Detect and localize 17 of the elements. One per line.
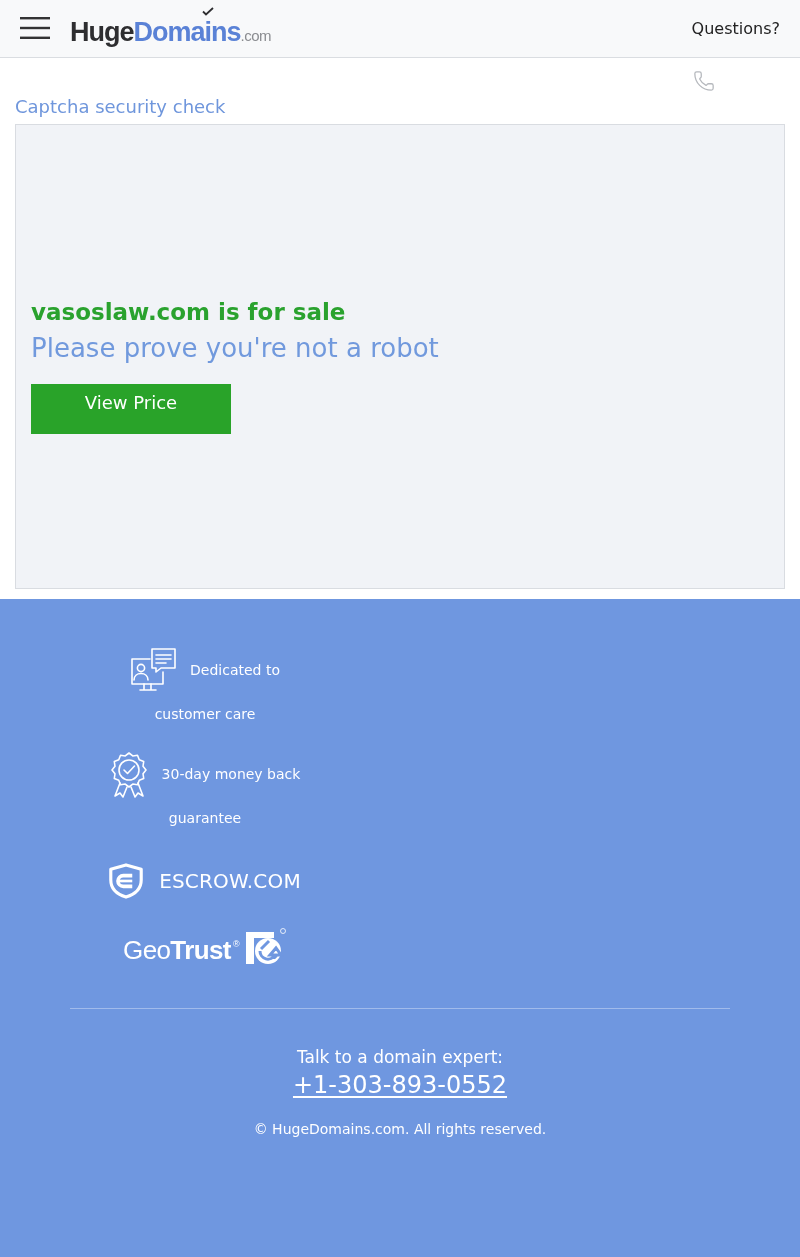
award-ribbon-icon [109, 752, 148, 798]
arrow-square-logo-icon [243, 928, 287, 966]
logo-text: GeoTrust$^{®}$ [123, 934, 239, 965]
copyright-text: © HugeDomains.com. All rights reserved. [253, 1120, 547, 1139]
shield-logo-icon [109, 862, 144, 900]
monitor-chat-icon [130, 648, 176, 694]
questions-link[interactable]: Questions? [691, 19, 780, 38]
feature-text: 30-day money back guarantee [161, 766, 301, 826]
menu-icon[interactable] [20, 16, 50, 39]
page-title: Captcha security check [15, 96, 227, 118]
robot-check-text: Please prove you're not a robot [31, 331, 440, 365]
logo[interactable]: HugeDomains.com [70, 6, 272, 51]
sale-heading: vasoslaw.com is for sale [31, 297, 347, 327]
check-icon [202, 6, 214, 16]
logo-text: ESCROW.COM [159, 869, 301, 893]
contact-label: Talk to a domain expert: [296, 1046, 504, 1069]
feature-text: Dedicated to customer care [154, 662, 280, 722]
